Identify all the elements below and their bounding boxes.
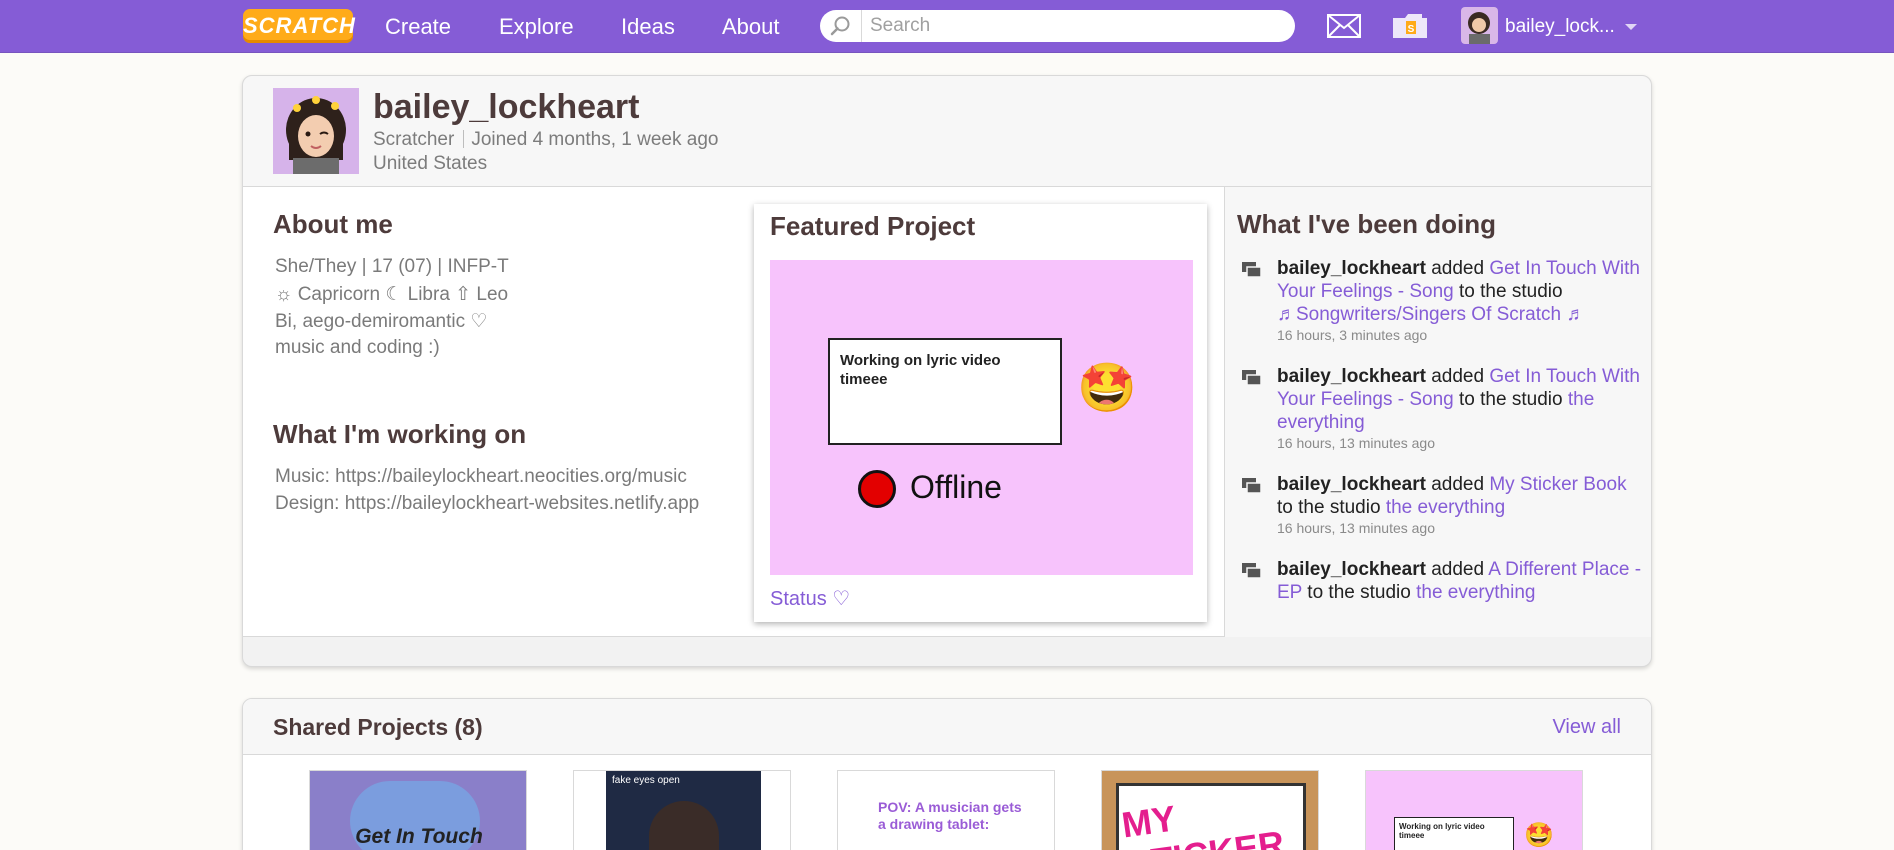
- featured-project-card: Featured Project Working on lyric video …: [754, 204, 1207, 622]
- activity-time: 16 hours, 13 minutes ago: [1277, 435, 1435, 451]
- activity-text: bailey_lockheart added My Sticker Book t…: [1277, 473, 1643, 519]
- featured-project-link[interactable]: Status ♡: [770, 586, 850, 611]
- working-line: Music: https://baileylockheart.neocities…: [275, 466, 687, 487]
- studio-icon: [1241, 562, 1263, 585]
- search-input[interactable]: [862, 11, 1282, 41]
- working-on-title: What I'm working on: [273, 419, 527, 449]
- featured-project-thumbnail[interactable]: Working on lyric video timeee 🤩 Offline: [770, 260, 1193, 575]
- account-dropdown-caret-icon[interactable]: [1625, 24, 1637, 30]
- nav-username[interactable]: bailey_lock...: [1505, 0, 1615, 53]
- profile-box: bailey_lockheart Scratcher Joined 4 month…: [242, 75, 1652, 667]
- role-separator: [463, 130, 465, 148]
- studio-icon: [1241, 261, 1263, 284]
- activity-studio-link[interactable]: ♬Songwriters/Singers Of Scratch ♬: [1277, 304, 1585, 325]
- nav-explore[interactable]: Explore: [499, 0, 574, 53]
- nav-create[interactable]: Create: [385, 0, 451, 53]
- activity-mid: to the studio: [1277, 497, 1381, 518]
- activity-text: bailey_lockheart added Get In Touch With…: [1277, 365, 1643, 434]
- activity-column: What I've been doing bailey_lockheart ad…: [1224, 187, 1651, 637]
- activity-title: What I've been doing: [1237, 209, 1496, 239]
- activity-user[interactable]: bailey_lockheart: [1277, 559, 1426, 580]
- activity-project-link[interactable]: My Sticker Book: [1489, 474, 1626, 495]
- project-thumbnail[interactable]: MY STICKER: [1101, 770, 1319, 850]
- about-line: Bi, aego-demiromantic ♡: [275, 311, 488, 332]
- activity-user[interactable]: bailey_lockheart: [1277, 258, 1426, 279]
- activity-user[interactable]: bailey_lockheart: [1277, 366, 1426, 387]
- activity-mid: to the studio: [1459, 389, 1563, 410]
- top-navbar: SCRATCH Create Explore Ideas About S bai…: [0, 0, 1894, 53]
- svg-text:S: S: [1408, 24, 1415, 35]
- activity-verb: added: [1431, 474, 1485, 495]
- thumb-caption: POV: A musician gets a drawing tablet:: [878, 799, 1022, 832]
- activity-mid: to the studio: [1459, 281, 1563, 302]
- studio-icon: [1241, 477, 1263, 500]
- activity-verb: added: [1431, 366, 1485, 387]
- studio-icon: [1241, 369, 1263, 392]
- about-line: ☼ Capricorn ☾ Libra ⇧ Leo: [275, 284, 509, 305]
- activity-user[interactable]: bailey_lockheart: [1277, 474, 1426, 495]
- thumb-caption: Working on lyric video timeee: [1394, 817, 1514, 850]
- nav-ideas[interactable]: Ideas: [621, 0, 675, 53]
- thumb-caption: fake eyes open: [612, 775, 680, 786]
- view-all-link[interactable]: View all: [1552, 716, 1621, 739]
- working-line: Design: https://baileylockheart-websites…: [275, 493, 700, 514]
- shared-projects-header: Shared Projects (8) View all: [243, 699, 1651, 755]
- star-struck-emoji-icon: 🤩: [1077, 362, 1137, 415]
- offline-text: Offline: [910, 469, 1002, 505]
- star-struck-emoji-icon: 🤩: [1524, 822, 1554, 849]
- activity-verb: added: [1431, 559, 1485, 580]
- activity-verb: added: [1431, 258, 1485, 279]
- about-line: music and coding :): [275, 337, 440, 358]
- offline-dot-icon: [858, 470, 896, 508]
- project-thumbnail[interactable]: Working on lyric video timeee 🤩: [1365, 770, 1583, 850]
- nav-about[interactable]: About: [722, 0, 780, 53]
- project-thumbnail[interactable]: fake eyes open: [573, 770, 791, 850]
- user-avatar[interactable]: [1461, 7, 1498, 44]
- about-line: She/They | 17 (07) | INFP-T: [275, 256, 509, 277]
- messages-envelope-icon[interactable]: [1327, 14, 1361, 43]
- my-stuff-folder-icon[interactable]: S: [1391, 12, 1429, 45]
- activity-studio-link[interactable]: the everything: [1386, 497, 1505, 518]
- thumb-caption: Get In Touch: [355, 825, 483, 848]
- activity-mid: to the studio: [1307, 582, 1411, 603]
- activity-studio-link[interactable]: the everything: [1416, 582, 1535, 603]
- profile-country: United States: [373, 153, 488, 174]
- lyric-status-box: Working on lyric video timeee: [828, 338, 1062, 445]
- shared-projects-title: Shared Projects (8): [273, 714, 483, 740]
- activity-time: 16 hours, 3 minutes ago: [1277, 327, 1428, 343]
- project-thumbnail[interactable]: Get In Touch: [309, 770, 527, 850]
- scratch-logo[interactable]: SCRATCH: [243, 9, 355, 43]
- featured-project-title: Featured Project: [770, 211, 976, 241]
- project-thumbnail[interactable]: POV: A musician gets a drawing tablet:: [837, 770, 1055, 850]
- activity-text: bailey_lockheart added A Different Place…: [1277, 558, 1643, 604]
- shared-projects-box: Shared Projects (8) View all Get In Touc…: [242, 698, 1652, 850]
- profile-body: About me She/They | 17 (07) | INFP-T ☼ C…: [243, 187, 1651, 637]
- profile-avatar: [273, 88, 359, 174]
- activity-time: 16 hours, 13 minutes ago: [1277, 520, 1435, 536]
- search-icon[interactable]: [820, 10, 862, 42]
- profile-header: bailey_lockheart Scratcher Joined 4 month…: [243, 76, 1651, 187]
- search-bar: [820, 10, 1295, 42]
- profile-role: Scratcher: [373, 129, 455, 150]
- activity-text: bailey_lockheart added Get In Touch With…: [1277, 257, 1643, 326]
- profile-role-line: Scratcher Joined 4 months, 1 week ago: [373, 129, 718, 151]
- profile-username: bailey_lockheart: [373, 88, 640, 126]
- profile-joined: Joined 4 months, 1 week ago: [471, 129, 719, 150]
- about-me-title: About me: [273, 209, 393, 239]
